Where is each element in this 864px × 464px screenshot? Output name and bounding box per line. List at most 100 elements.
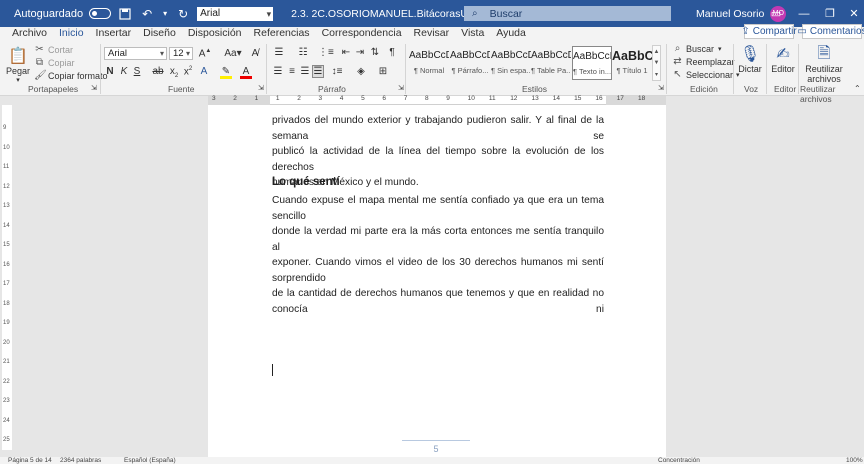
clear-format-icon[interactable]: A̸ bbox=[249, 48, 261, 59]
section-heading[interactable]: Lo qué sentí bbox=[272, 176, 340, 188]
vertical-ruler[interactable]: 9 10 11 12 13 14 15 16 17 18 19 20 21 22 23 24 25 bbox=[2, 105, 12, 450]
reuse-files-button[interactable]: 🗎 Reutilizar archivos bbox=[803, 44, 845, 85]
ribbon-display-icon[interactable]: ▭ bbox=[762, 0, 790, 27]
style-table-paragraph[interactable]: AaBbCcDc ¶ Table Pa... bbox=[531, 46, 571, 80]
text-effects-icon[interactable]: A bbox=[198, 66, 210, 77]
word-count[interactable]: 2364 palabras bbox=[60, 457, 101, 464]
style-paragraph[interactable]: AaBbCcDc ¶ Párrafo... bbox=[450, 46, 490, 80]
title-bar: Autoguardado ↶ ▾ ↻ Arial 2.3. 2C.OSORIOM… bbox=[0, 0, 864, 27]
chevron-down-icon: ▾ bbox=[16, 77, 20, 84]
divider bbox=[666, 44, 667, 94]
page-count[interactable]: Página 5 de 14 bbox=[8, 457, 52, 464]
ruler-number: 13 bbox=[3, 203, 10, 209]
style-no-spacing[interactable]: AaBbCcDc ¶ Sin espa... bbox=[491, 46, 531, 80]
bold-icon[interactable]: N bbox=[104, 66, 116, 77]
styles-gallery-scroll[interactable]: ▲ ▼ ▾ bbox=[652, 45, 661, 81]
undo-icon[interactable]: ↶ bbox=[139, 6, 155, 22]
shading-icon[interactable]: ◈ bbox=[354, 66, 368, 77]
subscript-icon[interactable]: x2 bbox=[168, 66, 180, 79]
underline-icon[interactable]: S bbox=[131, 66, 143, 77]
highlight-icon[interactable]: ✎ bbox=[220, 66, 232, 79]
tab-referencias[interactable]: Referencias bbox=[248, 28, 316, 41]
focus-mode[interactable]: Concentración bbox=[658, 457, 700, 464]
font-color-icon[interactable]: A bbox=[240, 66, 252, 79]
font-size-select[interactable]: 12 bbox=[169, 47, 193, 60]
chevron-up-icon[interactable]: ▲ bbox=[654, 49, 660, 55]
tab-insertar[interactable]: Insertar bbox=[90, 28, 138, 41]
tab-correspondencia[interactable]: Correspondencia bbox=[316, 28, 408, 41]
strikethrough-icon[interactable]: ab bbox=[152, 66, 164, 77]
numbering-icon[interactable]: ☷ bbox=[296, 47, 310, 58]
dictate-button[interactable]: 🎙 Dictar bbox=[737, 44, 763, 74]
bullets-icon[interactable]: ☰ bbox=[272, 47, 286, 58]
tab-diseno[interactable]: Diseño bbox=[137, 28, 182, 41]
autosave-toggle[interactable] bbox=[89, 8, 112, 19]
dialog-launcher-icon[interactable]: ⇲ bbox=[398, 84, 404, 92]
style-sample: AaBbCcDc bbox=[409, 50, 449, 61]
divider bbox=[100, 44, 101, 94]
collapse-ribbon-icon[interactable]: ⌃ bbox=[854, 84, 861, 93]
grow-font-icon[interactable]: A▲ bbox=[197, 48, 213, 59]
ruler-number: 19 bbox=[3, 320, 10, 326]
superscript-icon[interactable]: x2 bbox=[182, 66, 194, 77]
tab-ayuda[interactable]: Ayuda bbox=[490, 28, 532, 41]
align-center-icon[interactable]: ≡ bbox=[286, 66, 298, 77]
align-left-icon[interactable]: ☰ bbox=[272, 66, 284, 77]
align-right-icon[interactable]: ☰ bbox=[299, 66, 311, 77]
quick-font-select[interactable]: Arial bbox=[197, 6, 274, 21]
decrease-indent-icon[interactable]: ⇤ bbox=[340, 47, 352, 58]
comments-button[interactable]: ▭ Comentarios bbox=[797, 24, 864, 39]
select-button[interactable]: ↖ Seleccionar ▾ bbox=[672, 69, 739, 80]
tab-inicio[interactable]: Inicio bbox=[53, 28, 90, 44]
change-case-icon[interactable]: Aa▾ bbox=[224, 48, 242, 59]
close-button[interactable]: ✕ bbox=[840, 0, 864, 27]
style-heading-1[interactable]: AaBbC ¶ Título 1 bbox=[612, 46, 652, 80]
borders-icon[interactable]: ⊞ bbox=[376, 66, 390, 77]
style-body-text[interactable]: AaBbCcI ¶ Texto in... bbox=[572, 46, 612, 80]
increase-indent-icon[interactable]: ⇥ bbox=[354, 47, 366, 58]
horizontal-ruler[interactable]: 3 2 1 1 2 3 4 5 6 7 8 9 10 11 12 13 14 15 16 17 18 bbox=[208, 95, 666, 105]
editor-button[interactable]: ✍ Editor bbox=[770, 44, 796, 74]
replace-button[interactable]: ⇄ Reemplazar bbox=[672, 56, 734, 67]
dialog-launcher-icon[interactable]: ⇲ bbox=[258, 84, 264, 92]
justify-icon[interactable]: ☰ bbox=[312, 65, 324, 78]
autosave-control[interactable]: Autoguardado bbox=[14, 8, 112, 20]
find-label: Buscar bbox=[686, 43, 715, 54]
search-box[interactable]: ⌕ Buscar bbox=[464, 6, 671, 21]
paragraph-2[interactable]: Cuando expuse el mapa mental me sentía c… bbox=[272, 193, 604, 317]
tab-revisar[interactable]: Revisar bbox=[408, 28, 456, 41]
format-painter-button[interactable]: 🖌 Copiar formato bbox=[34, 70, 108, 81]
text-line: publicó la actividad de la línea del tie… bbox=[272, 146, 604, 173]
chevron-down-icon[interactable]: ▼ bbox=[654, 60, 660, 66]
italic-icon[interactable]: K bbox=[118, 66, 130, 77]
zoom-level[interactable]: 100% bbox=[846, 457, 863, 464]
paste-button[interactable]: 📋 Pegar ▾ bbox=[6, 46, 30, 84]
find-button[interactable]: ⌕ Buscar ▾ bbox=[672, 43, 722, 54]
share-label: Compartir bbox=[752, 26, 797, 37]
line-spacing-icon[interactable]: ↕≡ bbox=[330, 66, 344, 77]
ribbon-tabs: Archivo Inicio Insertar Diseño Disposici… bbox=[0, 27, 864, 44]
tab-disposicion[interactable]: Disposición bbox=[182, 28, 248, 41]
minimize-button[interactable]: — bbox=[790, 0, 818, 27]
dialog-launcher-icon[interactable]: ⇲ bbox=[658, 84, 664, 92]
dialog-launcher-icon[interactable]: ⇲ bbox=[91, 84, 97, 92]
save-icon[interactable] bbox=[117, 6, 133, 22]
pilcrow-icon[interactable]: ¶ bbox=[386, 47, 398, 58]
tab-vista[interactable]: Vista bbox=[455, 28, 490, 41]
font-name-select[interactable]: Arial bbox=[104, 47, 167, 60]
tab-archivo[interactable]: Archivo bbox=[6, 28, 53, 41]
select-label: Seleccionar bbox=[686, 69, 734, 80]
copy-button[interactable]: ⧉ Copiar bbox=[34, 57, 75, 68]
sort-icon[interactable]: ⇅ bbox=[369, 47, 381, 58]
multilevel-list-icon[interactable]: ⋮≡ bbox=[318, 47, 334, 58]
redo-icon[interactable]: ↻ bbox=[175, 6, 191, 22]
more-icon[interactable]: ▾ bbox=[655, 71, 658, 78]
language-status[interactable]: Español (España) bbox=[124, 457, 176, 464]
dropdown-icon[interactable]: ▾ bbox=[161, 6, 169, 22]
cut-button[interactable]: ✂ Cortar bbox=[34, 44, 73, 55]
style-name: ¶ Párrafo... bbox=[451, 66, 489, 75]
share-button[interactable]: ⇪ Compartir bbox=[741, 24, 797, 39]
cut-label: Cortar bbox=[48, 44, 74, 55]
style-normal[interactable]: AaBbCcDc ¶ Normal bbox=[409, 46, 449, 80]
document-page[interactable]: privados del mundo exterior y trabajando… bbox=[208, 105, 666, 457]
